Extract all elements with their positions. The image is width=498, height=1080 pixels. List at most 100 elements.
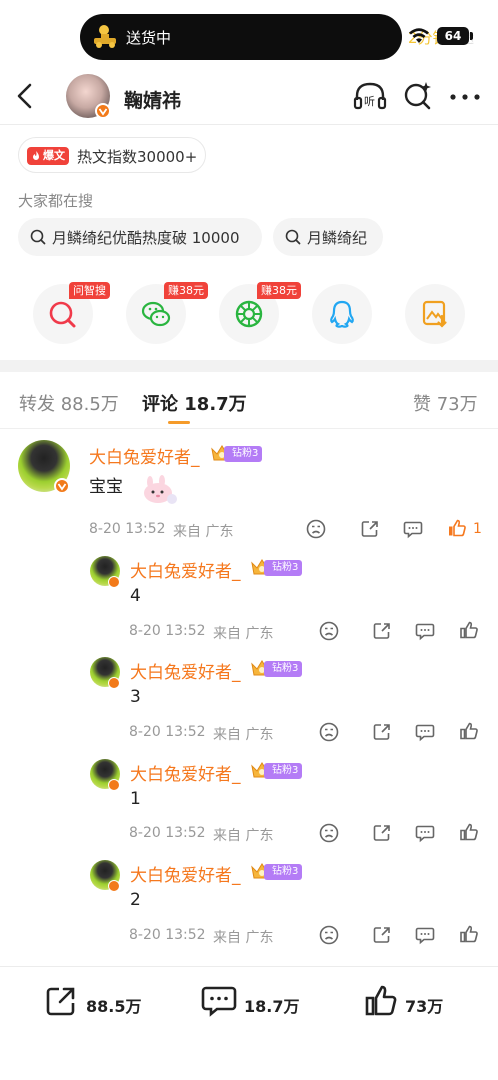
tab-like[interactable]: 赞 73万 — [413, 390, 478, 416]
repost-count[interactable]: 88.5万 — [86, 993, 141, 1017]
comment-count[interactable]: 18.7万 — [244, 993, 299, 1017]
comment-location: 来自 广东 — [173, 524, 234, 540]
listen-headphones-icon[interactable]: 听 — [353, 80, 387, 112]
save-image-button[interactable] — [405, 284, 465, 344]
verified-badge-icon — [54, 478, 70, 494]
section-separator — [0, 360, 498, 372]
fan-badge-label: 钻粉3 — [264, 560, 303, 576]
battery-tip — [470, 32, 473, 40]
fan-badge-label: 钻粉3 — [264, 864, 303, 880]
tab-repost[interactable]: 转发 88.5万 — [19, 390, 119, 416]
share-icon[interactable] — [360, 519, 380, 539]
reply-icon[interactable] — [415, 621, 435, 641]
repost-icon[interactable] — [44, 984, 78, 1018]
reply-location: 来自 广东 — [213, 930, 274, 946]
active-tab-indicator — [168, 421, 190, 424]
fan-badge-label: 钻粉3 — [264, 661, 303, 677]
reply-location: 来自 广东 — [213, 828, 274, 844]
battery-indicator: 64 — [437, 27, 469, 45]
more-options-icon[interactable] — [450, 94, 480, 100]
share-icon[interactable] — [372, 823, 392, 843]
bunny-sticker-icon — [138, 475, 180, 505]
reply-icon[interactable] — [415, 823, 435, 843]
verified-badge-icon — [108, 779, 120, 791]
dislike-icon[interactable] — [319, 925, 339, 945]
reply-author[interactable]: 大白兔爱好者_ — [130, 861, 241, 886]
svg-text:听: 听 — [364, 95, 375, 108]
reply-author[interactable]: 大白兔爱好者_ — [130, 760, 241, 785]
share-wechat-button[interactable]: 赚38元 — [126, 282, 208, 344]
qq-icon — [330, 300, 354, 328]
search-chip-label: 月鳞绮纪优酷热度破 10000 — [52, 229, 240, 247]
verified-badge-icon — [108, 576, 120, 588]
reply-icon[interactable] — [403, 519, 423, 539]
like-count: 1 — [473, 521, 482, 537]
search-chip[interactable]: 月鳞绮纪优酷热度破 10000 — [18, 218, 262, 256]
back-icon[interactable] — [14, 82, 36, 110]
reply-location: 来自 广东 — [213, 626, 274, 642]
reply-icon[interactable] — [415, 925, 435, 945]
reply-author[interactable]: 大白兔爱好者_ — [130, 658, 241, 683]
dislike-icon[interactable] — [319, 722, 339, 742]
search-chip-label: 月鳞绮纪 — [307, 229, 368, 247]
verified-badge-icon — [108, 880, 120, 892]
live-activity-island[interactable]: 送货中 2分钟 送达 — [80, 14, 474, 60]
save-image-icon — [422, 300, 447, 328]
reply-text: 1 — [130, 789, 141, 809]
courier-icon — [92, 24, 120, 48]
share-wenzhisou-button[interactable]: 问智搜 — [33, 282, 110, 344]
share-icon[interactable] — [372, 925, 392, 945]
share-icon[interactable] — [372, 722, 392, 742]
dislike-icon[interactable] — [319, 823, 339, 843]
share-qq-button[interactable] — [312, 284, 372, 344]
comment-time: 8-20 13:52 — [89, 521, 166, 537]
share-moments-button[interactable]: 赚38元 — [219, 282, 301, 344]
author-name[interactable]: 鞠婧祎 — [124, 86, 181, 113]
dislike-icon[interactable] — [306, 519, 326, 539]
wifi-icon — [408, 27, 430, 45]
reply-time: 8-20 13:52 — [129, 724, 206, 740]
reply-time: 8-20 13:52 — [129, 825, 206, 841]
reply-time: 8-20 13:52 — [129, 623, 206, 639]
share-badge: 赚38元 — [164, 282, 208, 299]
hot-index-text: 热文指数30000+ — [77, 148, 198, 166]
reply-icon[interactable] — [415, 722, 435, 742]
hot-badge: 爆文 — [27, 147, 69, 165]
verified-badge-icon — [108, 677, 120, 689]
comment-icon[interactable] — [201, 984, 237, 1018]
verified-badge-icon — [95, 103, 111, 119]
share-badge: 赚38元 — [257, 282, 301, 299]
like-icon[interactable] — [459, 924, 479, 944]
search-chip[interactable]: 月鳞绮纪 — [273, 218, 383, 256]
fan-badge-label: 钻粉3 — [264, 763, 303, 779]
ai-search-icon[interactable] — [403, 80, 433, 112]
hot-badge-label: 爆文 — [43, 149, 65, 162]
flame-icon — [33, 151, 39, 160]
dislike-icon[interactable] — [319, 621, 339, 641]
commenter-name[interactable]: 大白兔爱好者_ — [89, 443, 200, 468]
reply-text: 4 — [130, 586, 141, 606]
reply-author[interactable]: 大白兔爱好者_ — [130, 557, 241, 582]
hot-index-pill[interactable]: 爆文 热文指数30000+ — [18, 137, 206, 173]
tabs-divider — [0, 428, 498, 429]
reply-text: 2 — [130, 890, 141, 910]
like-icon-active[interactable] — [447, 518, 467, 538]
share-icon[interactable] — [372, 621, 392, 641]
like-icon[interactable] — [459, 822, 479, 842]
delivery-status: 送货中 — [126, 29, 172, 47]
bottom-bar-divider — [0, 966, 498, 967]
share-badge: 问智搜 — [69, 282, 110, 299]
like-icon[interactable] — [459, 721, 479, 741]
reply-text: 3 — [130, 687, 141, 707]
trending-search-label: 大家都在搜 — [18, 192, 94, 210]
fan-badge-label: 钻粉3 — [224, 446, 263, 462]
header-divider — [0, 124, 498, 125]
reply-time: 8-20 13:52 — [129, 927, 206, 943]
wechat-icon — [141, 301, 171, 327]
search-icon — [285, 229, 301, 245]
tab-comment[interactable]: 评论 18.7万 — [142, 390, 247, 416]
like-count[interactable]: 73万 — [405, 993, 443, 1017]
like-icon[interactable] — [459, 620, 479, 640]
like-icon[interactable] — [364, 984, 398, 1018]
moments-icon — [235, 300, 263, 328]
